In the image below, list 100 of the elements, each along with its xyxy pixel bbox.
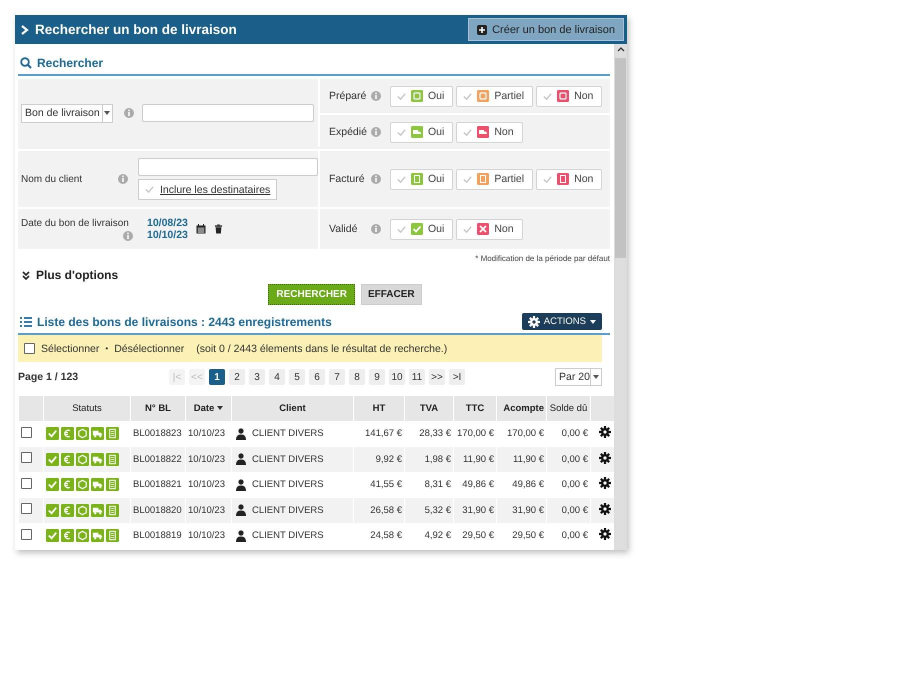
info-icon bbox=[124, 108, 134, 118]
column-header[interactable]: TTC bbox=[454, 396, 496, 421]
row-checkbox[interactable] bbox=[21, 478, 32, 489]
window-title: Rechercher un bon de livraison bbox=[21, 22, 237, 37]
scrollbar[interactable] bbox=[614, 44, 627, 550]
filter-toggle[interactable]: Partiel bbox=[456, 86, 534, 106]
page-button[interactable]: >> bbox=[429, 369, 445, 385]
column-header[interactable]: Solde dû bbox=[547, 396, 590, 421]
date-to[interactable]: 10/10/23 bbox=[147, 229, 188, 241]
caret-down-icon bbox=[592, 375, 599, 379]
document-icon bbox=[106, 504, 119, 517]
settings-icon[interactable] bbox=[599, 477, 611, 490]
table-cell-text: 41,55 € bbox=[369, 478, 403, 492]
user-icon bbox=[236, 453, 246, 466]
filter-label: Préparé bbox=[329, 90, 365, 102]
column-header[interactable]: Acompte bbox=[497, 396, 546, 421]
table-cell: CLIENT DIVERS bbox=[252, 454, 324, 465]
field-label: Nom du client bbox=[21, 174, 84, 184]
table-cell-text: 29,50 € bbox=[461, 529, 495, 544]
per-page-select[interactable]: Par 20 bbox=[555, 368, 602, 386]
create-button[interactable]: Créer un bon de livraison bbox=[468, 18, 624, 41]
page-button[interactable]: 10 bbox=[389, 369, 405, 385]
deselect-link[interactable]: Désélectionner bbox=[114, 342, 184, 354]
check-mark-icon bbox=[463, 224, 472, 234]
check-mark-icon bbox=[543, 92, 552, 100]
row-checkbox[interactable] bbox=[21, 528, 32, 540]
page-button[interactable]: >I bbox=[449, 369, 465, 385]
truck-icon bbox=[91, 478, 104, 492]
actions-button[interactable]: ACTIONS bbox=[522, 313, 602, 330]
settings-icon[interactable] bbox=[599, 502, 611, 515]
table-cell: 5,32 € bbox=[405, 498, 453, 523]
select-link[interactable]: Sélectionner bbox=[41, 342, 100, 354]
check-icon bbox=[46, 427, 59, 440]
settings-icon[interactable] bbox=[599, 426, 611, 438]
column-header[interactable]: Date bbox=[186, 396, 231, 421]
table-cell: CLIENT DIVERS bbox=[252, 479, 324, 490]
page-button[interactable]: 7 bbox=[329, 369, 345, 385]
client-field[interactable] bbox=[138, 158, 318, 176]
page-button[interactable]: 1 bbox=[209, 369, 225, 385]
table-cell-text: 28,33 € bbox=[418, 427, 452, 442]
page-button[interactable]: 5 bbox=[289, 369, 305, 385]
table-cell: 0,00 € bbox=[547, 446, 590, 472]
filter-toggle[interactable]: Non bbox=[456, 218, 523, 240]
page-info: Page 1 / 123 bbox=[18, 371, 80, 383]
row-checkbox[interactable] bbox=[21, 503, 32, 514]
page-button[interactable]: 8 bbox=[349, 369, 365, 385]
filter-toggle[interactable]: Oui bbox=[390, 218, 454, 240]
row-checkbox[interactable] bbox=[21, 426, 32, 438]
column-header[interactable]: Client bbox=[232, 396, 353, 421]
page-button[interactable]: 9 bbox=[369, 369, 385, 385]
settings-icon[interactable] bbox=[599, 528, 611, 540]
number-field[interactable] bbox=[142, 104, 314, 122]
scroll-up-icon[interactable] bbox=[616, 47, 624, 52]
check-icon bbox=[46, 452, 59, 466]
table-cell-text: BL0018819 bbox=[132, 529, 183, 544]
status-icon bbox=[411, 223, 423, 235]
status-icon bbox=[477, 223, 490, 235]
select-all-checkbox[interactable] bbox=[24, 343, 35, 354]
truck-icon bbox=[91, 452, 104, 466]
column-header[interactable]: HT bbox=[354, 396, 404, 421]
filter-toggle[interactable]: Non bbox=[536, 86, 602, 106]
column-header[interactable]: TVA bbox=[405, 396, 453, 421]
filter-toggle[interactable]: Partiel bbox=[456, 168, 534, 190]
trash-icon[interactable] bbox=[214, 224, 223, 234]
sort-caret-icon bbox=[217, 406, 224, 410]
page-button[interactable]: 11 bbox=[409, 369, 425, 385]
check-mark-icon bbox=[397, 92, 406, 100]
table-cell: 9,92 € bbox=[354, 446, 404, 472]
check-mark-icon bbox=[463, 174, 472, 184]
status-icon bbox=[411, 126, 423, 138]
filter-toggle[interactable]: Non bbox=[456, 122, 523, 142]
table-cell: BL0018822 bbox=[131, 446, 185, 472]
row-checkbox[interactable] bbox=[21, 452, 32, 464]
list-icon bbox=[20, 316, 32, 326]
column-header[interactable]: Statuts bbox=[44, 396, 130, 421]
include-recipients-toggle[interactable]: Inclure les destinataires bbox=[138, 179, 278, 200]
page-button[interactable]: 3 bbox=[249, 369, 265, 385]
column-header[interactable]: N° BL bbox=[131, 396, 185, 421]
chevron-right-icon bbox=[21, 24, 29, 34]
caret-down-icon bbox=[104, 111, 110, 115]
table-cell-text: 24,58 € bbox=[369, 529, 403, 544]
clear-button[interactable]: EFFACER bbox=[360, 284, 422, 305]
calendar-icon[interactable] bbox=[196, 224, 206, 234]
truck-icon bbox=[91, 427, 104, 440]
filter-toggle[interactable]: Oui bbox=[390, 168, 454, 190]
filter-toggle[interactable]: Non bbox=[536, 168, 602, 190]
more-options-toggle[interactable]: Plus d'options bbox=[18, 266, 610, 284]
type-select[interactable]: Bon de livraison bbox=[21, 104, 113, 122]
filter-toggle[interactable]: Oui bbox=[390, 86, 454, 106]
table-cell: CLIENT DIVERS bbox=[252, 504, 324, 516]
page-button[interactable]: 2 bbox=[229, 369, 245, 385]
status-icon bbox=[557, 90, 570, 102]
page-button[interactable]: 4 bbox=[269, 369, 285, 385]
table-cell: 31,90 € bbox=[454, 498, 496, 523]
date-from[interactable]: 10/08/23 bbox=[147, 217, 188, 229]
status-icon bbox=[477, 90, 490, 102]
settings-icon[interactable] bbox=[599, 452, 611, 464]
page-button[interactable]: 6 bbox=[309, 369, 325, 385]
filter-label: Facturé bbox=[329, 173, 365, 185]
filter-toggle[interactable]: Oui bbox=[390, 122, 454, 142]
